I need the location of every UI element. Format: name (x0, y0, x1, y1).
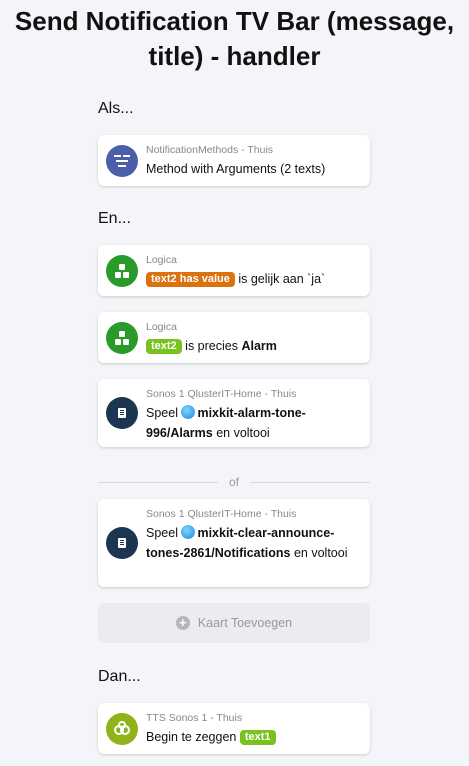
condition-card-4[interactable]: Sonos 1 QlusterIT-Home - Thuis Speel mix… (98, 499, 370, 587)
tag-badge[interactable]: text1 (239, 730, 276, 745)
action-card[interactable]: TTS Sonos 1 - Thuis Begin te zeggen text… (98, 703, 370, 754)
or-label: of (228, 475, 239, 489)
condition-card-1[interactable]: Logica text2 has value is gelijk aan `ja… (98, 245, 370, 296)
condition-value[interactable]: Alarm (241, 339, 276, 353)
section-and: En... (98, 210, 131, 227)
condition-text: is gelijk aan `ja` (238, 272, 326, 286)
card-source: NotificationMethods - Thuis (146, 144, 274, 156)
sonos-icon (106, 397, 138, 429)
plus-icon: + (175, 616, 190, 630)
condition-card-3[interactable]: Sonos 1 QlusterIT-Home - Thuis Speel mix… (98, 379, 370, 447)
card-source: Logica (146, 254, 177, 266)
tag-badge[interactable]: text2 has value (146, 272, 235, 287)
logic-icon (106, 322, 138, 354)
play-suffix: en voltooi (216, 426, 270, 440)
card-text: Method with Arguments (2 texts) (146, 162, 326, 176)
method-icon (106, 145, 138, 177)
tag-badge[interactable]: text2 (146, 339, 182, 354)
section-then: Dan... (98, 668, 141, 685)
action-text: Begin te zeggen (146, 730, 237, 744)
logic-icon (106, 255, 138, 287)
condition-text: is precies (185, 339, 238, 353)
card-source: TTS Sonos 1 - Thuis (146, 712, 243, 724)
music-icon (181, 405, 196, 419)
play-prefix: Speel (146, 526, 178, 540)
play-suffix: en voltooi (293, 546, 348, 560)
condition-card-2[interactable]: Logica text2 is precies Alarm (98, 312, 370, 363)
page-title: Send Notification TV Bar (message, title… (14, 6, 455, 71)
card-source: Logica (146, 321, 177, 333)
or-separator: of (98, 474, 370, 490)
tts-icon (106, 713, 138, 745)
play-prefix: Speel (146, 406, 178, 420)
card-source: Sonos 1 QlusterIT-Home - Thuis (146, 388, 297, 400)
add-card-button[interactable]: + Kaart Toevoegen (98, 603, 370, 643)
section-when: Als... (98, 100, 134, 117)
add-card-label: Kaart Toevoegen (197, 616, 293, 630)
card-source: Sonos 1 QlusterIT-Home - Thuis (146, 508, 297, 520)
sonos-icon (106, 527, 138, 559)
music-icon (181, 525, 196, 539)
trigger-card[interactable]: NotificationMethods - Thuis Method with … (98, 135, 370, 186)
